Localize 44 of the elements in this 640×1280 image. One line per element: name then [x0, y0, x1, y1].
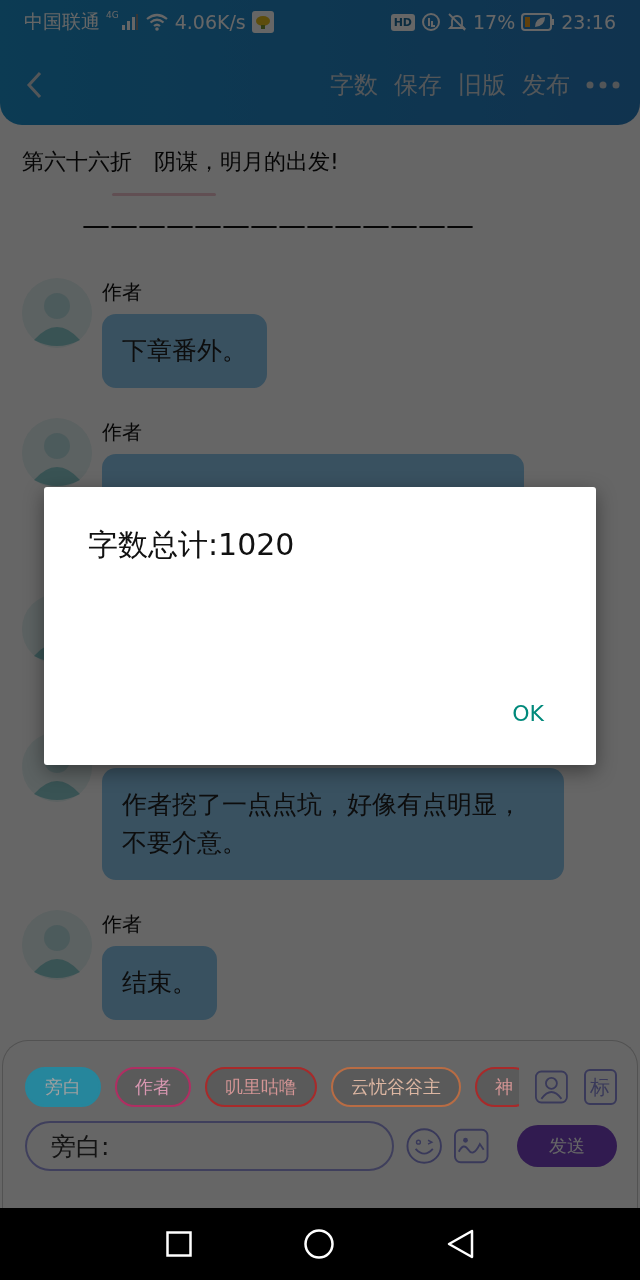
header-action[interactable]: 字数 [330, 68, 378, 101]
header-action[interactable]: 旧版 [458, 68, 506, 101]
back-nav-icon[interactable] [446, 1229, 474, 1259]
network-speed: 4.06K/s [174, 11, 246, 33]
sender-name: 作者 [102, 912, 142, 936]
role-chip[interactable]: 作者 [115, 1067, 191, 1107]
more-icon[interactable] [586, 80, 620, 89]
bell-muted-icon [447, 12, 467, 32]
avatar [22, 418, 92, 488]
dialog-message: 字数总计:1020 [88, 526, 295, 564]
avatar [22, 910, 92, 980]
role-chip[interactable]: 神 [475, 1067, 519, 1107]
role-chip[interactable]: 云忧谷谷主 [331, 1067, 461, 1107]
input-field[interactable]: 旁白: [25, 1121, 394, 1171]
battery-percent: 17% [473, 11, 516, 33]
ok-button[interactable]: OK [504, 697, 552, 730]
app-notification-icon [251, 11, 274, 33]
carrier-name: 中国联通 [24, 9, 100, 34]
back-icon[interactable] [26, 70, 42, 99]
header-action[interactable]: 发布 [522, 68, 570, 101]
home-icon[interactable] [304, 1229, 334, 1259]
divider-text: —————————————— [82, 208, 475, 244]
chapter-title: 第六十六折 阴谋，明月的出发! [22, 148, 340, 176]
send-button[interactable]: 发送 [516, 1125, 617, 1167]
image-icon[interactable] [454, 1128, 489, 1164]
role-chip[interactable]: 叽里咕噜 [205, 1067, 317, 1107]
header-action[interactable]: 保存 [394, 68, 442, 101]
message-bubble: 结束。 [102, 946, 217, 1020]
recents-icon[interactable] [166, 1231, 192, 1257]
wifi-icon [144, 13, 169, 31]
signal-icon [120, 14, 139, 30]
message-bubble: 作者挖了一点点坑，好像有点明显，不要介意。 [102, 768, 564, 880]
network-type: 4G [106, 10, 119, 20]
sender-name: 作者 [102, 280, 142, 304]
message-bubble: 下章番外。 [102, 314, 267, 388]
person-icon[interactable] [535, 1069, 568, 1105]
battery-icon [521, 13, 556, 31]
role-chip[interactable]: 旁白 [25, 1067, 101, 1107]
clock: 23:16 [561, 11, 616, 33]
sender-name: 作者 [102, 420, 142, 444]
emoji-icon[interactable] [406, 1127, 443, 1165]
hd-badge: HD [390, 13, 415, 31]
avatar [22, 278, 92, 348]
data-saver-icon [421, 12, 441, 32]
